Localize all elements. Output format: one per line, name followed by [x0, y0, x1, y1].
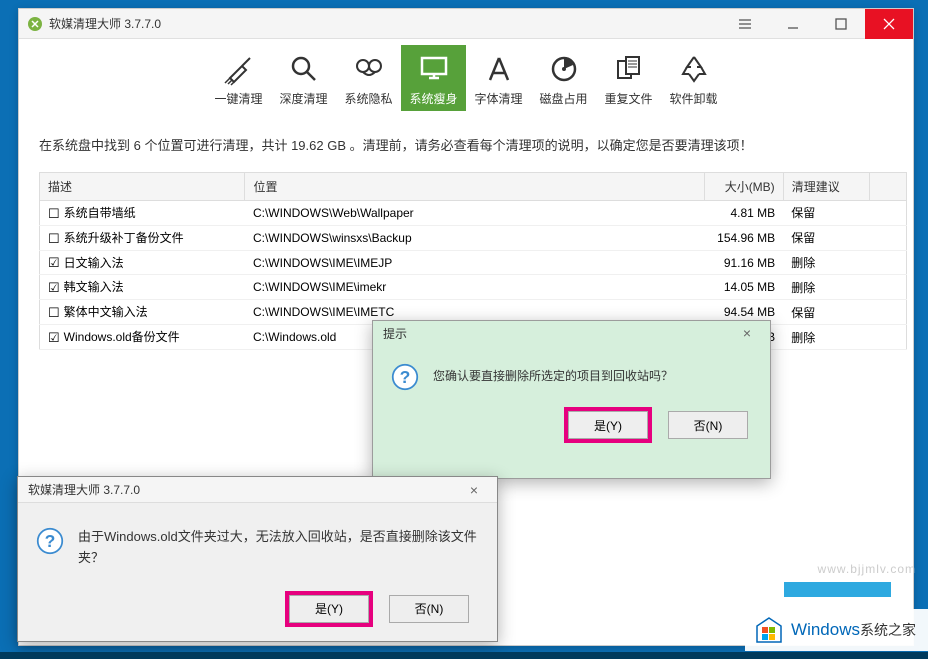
- header-loc[interactable]: 位置: [245, 173, 704, 201]
- row-checkbox[interactable]: [48, 232, 60, 246]
- brush-icon: [222, 50, 256, 88]
- titlebar: 软媒清理大师 3.7.7.0: [19, 9, 913, 39]
- row-desc: Windows.old备份文件: [64, 330, 180, 344]
- site-logo: Windows 系统之家: [745, 609, 928, 651]
- tab-font-clean[interactable]: 字体清理: [466, 45, 531, 111]
- dialog1-yes-button[interactable]: 是(Y): [568, 411, 648, 439]
- maximize-button[interactable]: [817, 9, 865, 39]
- dialog2-yes-button[interactable]: 是(Y): [289, 595, 369, 623]
- privacy-icon: [352, 50, 386, 88]
- dialog2-close-button[interactable]: ×: [457, 482, 497, 498]
- row-checkbox[interactable]: [48, 331, 60, 345]
- row-checkbox[interactable]: [48, 256, 60, 270]
- watermark: www.bjjmlv.com: [818, 562, 916, 576]
- magnifier-icon: [287, 50, 321, 88]
- app-icon: [27, 16, 43, 32]
- row-loc: C:\WINDOWS\winsxs\Backup: [245, 225, 704, 250]
- confirm-dialog-delete: 软媒清理大师 3.7.7.0 × ? 由于Windows.old文件夹过大，无法…: [17, 476, 498, 642]
- row-size: 14.05 MB: [704, 275, 783, 300]
- row-loc: C:\WINDOWS\IME\IMEJP: [245, 250, 704, 275]
- dialog2-title: 软媒清理大师 3.7.7.0: [28, 481, 140, 498]
- titlebar-controls: [721, 9, 913, 39]
- row-checkbox[interactable]: [48, 306, 60, 320]
- header-size[interactable]: 大小(MB): [704, 173, 783, 201]
- minimize-button[interactable]: [769, 9, 817, 39]
- close-button[interactable]: [865, 9, 913, 39]
- row-loc: C:\WINDOWS\IME\imekr: [245, 275, 704, 300]
- svg-text:?: ?: [400, 367, 411, 387]
- taskbar: [0, 652, 928, 659]
- windows-logo-icon: [753, 614, 785, 646]
- dialog1-close-button[interactable]: ×: [730, 325, 770, 341]
- window-title: 软媒清理大师 3.7.7.0: [49, 15, 161, 32]
- row-desc: 系统升级补丁备份文件: [64, 231, 184, 245]
- summary-text: 在系统盘中找到 6 个位置可进行清理，共计 19.62 GB 。清理前，请务必查…: [39, 135, 893, 154]
- header-spare[interactable]: [869, 173, 906, 201]
- row-loc: C:\WINDOWS\Web\Wallpaper: [245, 201, 704, 226]
- menu-button[interactable]: [721, 9, 769, 39]
- header-sugg[interactable]: 清理建议: [783, 173, 869, 201]
- font-icon: [482, 50, 516, 88]
- logo-sub: 系统之家: [860, 620, 916, 640]
- row-sugg: 保留: [783, 300, 869, 325]
- dialog1-message: 您确认要直接删除所选定的项目到回收站吗？: [433, 367, 673, 384]
- row-size: 154.96 MB: [704, 225, 783, 250]
- disk-icon: [547, 50, 581, 88]
- row-checkbox[interactable]: [48, 281, 60, 295]
- row-desc: 日文输入法: [64, 256, 124, 270]
- table-row[interactable]: 系统自带墙纸 C:\WINDOWS\Web\Wallpaper4.81 MB保留: [40, 201, 907, 226]
- tab-disk-usage[interactable]: 磁盘占用: [531, 45, 596, 111]
- row-sugg: 保留: [783, 225, 869, 250]
- row-desc: 繁体中文输入法: [64, 305, 148, 319]
- dialog2-titlebar: 软媒清理大师 3.7.7.0 ×: [18, 477, 497, 503]
- tab-uninstall[interactable]: 软件卸载: [661, 45, 726, 111]
- question-icon: ?: [391, 363, 419, 391]
- svg-text:?: ?: [45, 531, 56, 551]
- tab-duplicate-files[interactable]: 重复文件: [596, 45, 661, 111]
- row-sugg: 保留: [783, 201, 869, 226]
- duplicate-icon: [612, 50, 646, 88]
- dialog1-title: 提示: [383, 325, 407, 342]
- header-desc[interactable]: 描述: [40, 173, 245, 201]
- tab-privacy[interactable]: 系统隐私: [336, 45, 401, 111]
- toolbar: 一键清理 深度清理 系统隐私 系统瘦身 字体清理 磁盘占用 重复文件 软件卸载: [19, 39, 913, 117]
- table-row[interactable]: 系统升级补丁备份文件 C:\WINDOWS\winsxs\Backup154.96…: [40, 225, 907, 250]
- action-button-partial[interactable]: [784, 582, 891, 597]
- row-sugg: 删除: [783, 325, 869, 350]
- dialog2-message: 由于Windows.old文件夹过大，无法放入回收站，是否直接删除该文件夹？: [78, 527, 477, 569]
- logo-brand: Windows: [791, 620, 860, 640]
- tab-deep-clean[interactable]: 深度清理: [271, 45, 336, 111]
- row-sugg: 删除: [783, 250, 869, 275]
- tab-system-slim[interactable]: 系统瘦身: [401, 45, 466, 111]
- row-checkbox[interactable]: [48, 207, 60, 221]
- dialog1-no-button[interactable]: 否(N): [668, 411, 748, 439]
- row-size: 4.81 MB: [704, 201, 783, 226]
- row-sugg: 删除: [783, 275, 869, 300]
- dialog1-titlebar: 提示 ×: [373, 321, 770, 345]
- row-desc: 韩文输入法: [64, 280, 124, 294]
- recycle-icon: [677, 50, 711, 88]
- row-size: 91.16 MB: [704, 250, 783, 275]
- confirm-dialog-recycle: 提示 × ? 您确认要直接删除所选定的项目到回收站吗？ 是(Y) 否(N): [372, 320, 771, 479]
- table-row[interactable]: 韩文输入法 C:\WINDOWS\IME\imekr14.05 MB删除: [40, 275, 907, 300]
- table-row[interactable]: 日文输入法 C:\WINDOWS\IME\IMEJP91.16 MB删除: [40, 250, 907, 275]
- question-icon: ?: [36, 527, 64, 555]
- tab-one-click-clean[interactable]: 一键清理: [206, 45, 271, 111]
- monitor-icon: [417, 50, 451, 88]
- dialog2-no-button[interactable]: 否(N): [389, 595, 469, 623]
- row-desc: 系统自带墙纸: [64, 206, 136, 220]
